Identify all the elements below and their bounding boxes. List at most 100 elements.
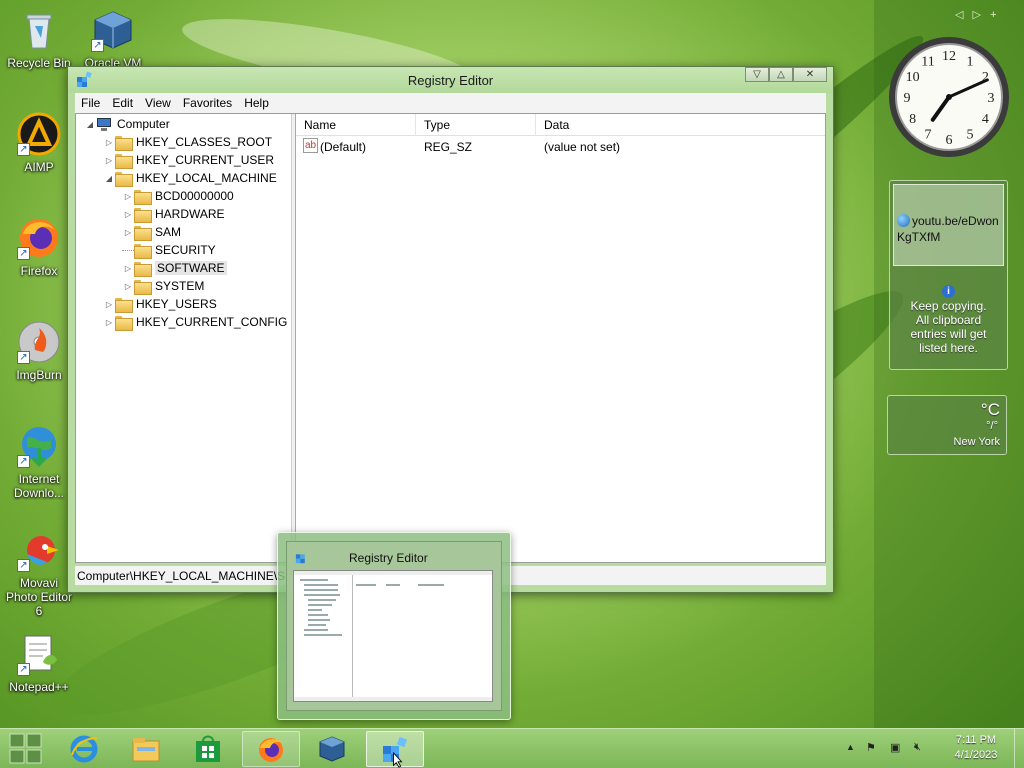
tree-node-label: HKEY_USERS — [136, 297, 217, 311]
registry-editor-icon — [295, 554, 305, 564]
desktop-icon-label: AIMP — [24, 160, 54, 174]
column-header-name[interactable]: Name — [296, 114, 416, 136]
close-button[interactable]: ✕ — [793, 67, 827, 82]
menu-help[interactable]: Help — [238, 96, 275, 110]
desktop-icon-aimp[interactable]: ↗ AIMP — [4, 112, 74, 174]
taskbar-virtualbox[interactable] — [304, 731, 362, 767]
bird-icon: ↗ — [17, 528, 61, 572]
collapse-icon[interactable]: ◢ — [84, 120, 96, 129]
expand-icon[interactable]: ▷ — [122, 264, 134, 273]
maximize-button[interactable]: △ — [769, 67, 793, 82]
weather-range: °/° — [986, 420, 998, 432]
minimize-button[interactable]: ▽ — [745, 67, 769, 82]
tree-node-hkey-current-user[interactable]: ▷ HKEY_CURRENT_USER — [103, 151, 274, 169]
firefox-icon — [259, 738, 283, 762]
menu-favorites[interactable]: Favorites — [177, 96, 238, 110]
start-tiles-icon — [9, 733, 42, 764]
desktop-icon-internet-download-manager[interactable]: ↗ Internet Downlo... — [4, 424, 74, 500]
desktop-icon-imgburn[interactable]: ↗ ImgBurn — [4, 320, 74, 382]
shortcut-arrow-icon: ↗ — [17, 351, 30, 364]
value-name: (Default) — [320, 140, 367, 154]
start-button[interactable] — [8, 732, 44, 766]
tree-node-hkey-users[interactable]: ▷ HKEY_USERS — [103, 295, 217, 313]
clock-numeral: 5 — [967, 127, 974, 142]
status-path: Computer\HKEY_LOCAL_MACHINE\S — [77, 569, 286, 583]
add-gadget-icon[interactable]: + — [990, 9, 996, 21]
tree-node-hkey-local-machine[interactable]: ◢ HKEY_LOCAL_MACHINE — [103, 169, 277, 187]
title-bar[interactable]: Registry Editor ▽ △ ✕ — [68, 67, 833, 93]
weather-city: New York — [953, 436, 1000, 448]
system-clock[interactable]: 7:11 PM 4/1/2023 — [946, 733, 1006, 763]
clock-date: 4/1/2023 — [954, 749, 998, 761]
desktop-icon-recycle-bin[interactable]: Recycle Bin — [4, 8, 74, 70]
tree-node-label: HKEY_CURRENT_USER — [136, 153, 275, 167]
folder-icon — [115, 297, 133, 313]
tree-node-hkey-current-config[interactable]: ▷ HKEY_CURRENT_CONFIG — [103, 313, 287, 331]
expand-icon[interactable]: ▷ — [122, 282, 134, 291]
weather-gadget[interactable]: °C °/° New York — [887, 395, 1007, 455]
tree-node-label: HARDWARE — [155, 207, 225, 221]
next-icon[interactable]: ▷ — [973, 9, 981, 21]
show-hidden-icons-button[interactable]: ▲ — [846, 742, 855, 752]
menu-view[interactable]: View — [139, 96, 177, 110]
collapse-icon[interactable]: ◢ — [103, 174, 115, 183]
column-header-type[interactable]: Type — [416, 114, 536, 136]
expand-icon[interactable]: ▷ — [103, 156, 115, 165]
clock-time: 7:11 PM — [955, 734, 997, 746]
taskbar-firefox[interactable] — [242, 731, 300, 767]
tree-node-hkey-classes-root[interactable]: ▷ HKEY_CLASSES_ROOT — [103, 133, 272, 151]
folder-icon — [134, 207, 152, 223]
network-icon[interactable]: ▣ — [890, 741, 904, 755]
tree-node-label: SAM — [155, 225, 182, 239]
taskbar-file-explorer[interactable] — [118, 731, 176, 767]
tree-node-hardware[interactable]: ▷ HARDWARE — [122, 205, 225, 223]
column-header-data[interactable]: Data — [536, 114, 826, 136]
shortcut-arrow-icon: ↗ — [91, 39, 104, 52]
taskbar-thumbnail-preview[interactable]: Registry Editor — [277, 532, 511, 720]
tree-node-sam[interactable]: ▷ SAM — [122, 223, 181, 241]
tree-node-security[interactable]: SECURITY — [122, 241, 216, 259]
clipboard-entry[interactable]: youtu.be/eDwonKgTXfM — [893, 184, 1004, 266]
action-center-flag-icon[interactable]: ⚑ — [866, 741, 880, 755]
tree-node-label: SECURITY — [155, 243, 216, 257]
clock-gadget[interactable]: 1234567891011 12 — [887, 35, 1011, 159]
expand-icon[interactable]: ▷ — [122, 228, 134, 237]
tree-node-computer[interactable]: ◢ Computer — [84, 115, 170, 133]
registry-editor-window[interactable]: Registry Editor ▽ △ ✕ File Edit View Fav… — [67, 66, 834, 593]
taskbar-store[interactable] — [180, 731, 238, 767]
desktop-icon-label: Recycle Bin — [7, 56, 71, 70]
menu-edit[interactable]: Edit — [106, 96, 139, 110]
volume-muted-icon[interactable]: 🔇︎ — [914, 741, 928, 755]
desktop-icon-movavi-photo-editor[interactable]: ↗ Movavi Photo Editor 6 — [4, 528, 74, 618]
string-value-icon: ab — [303, 138, 318, 153]
expand-icon[interactable]: ▷ — [103, 318, 115, 327]
window-title: Registry Editor — [407, 73, 494, 88]
folder-icon — [134, 243, 152, 259]
show-desktop-button[interactable] — [1014, 729, 1024, 768]
desktop-icon-firefox[interactable]: ↗ Firefox — [4, 216, 74, 278]
folder-open-icon — [115, 171, 133, 187]
menu-file[interactable]: File — [75, 96, 106, 110]
registry-tree[interactable]: ◢ Computer ▷ HKEY_CLASSES_ROOT ▷ HKEY_CU… — [76, 114, 292, 562]
clock-numeral: 9 — [904, 91, 911, 106]
clipboard-gadget[interactable]: youtu.be/eDwonKgTXfM i Keep copying. All… — [889, 180, 1008, 370]
tree-node-bcd00000000[interactable]: ▷ BCD00000000 — [122, 187, 234, 205]
expand-icon[interactable]: ▷ — [122, 210, 134, 219]
tree-node-software[interactable]: ▷ SOFTWARE — [122, 259, 227, 277]
desktop-icon-notepad-plus-plus[interactable]: ↗ Notepad++ — [4, 632, 74, 694]
computer-icon — [96, 117, 112, 131]
weather-temperature: °C — [980, 400, 1000, 419]
sidebar-controls[interactable]: ◁ ▷ + — [955, 8, 997, 21]
values-list[interactable]: Name Type Data ab (Default) REG_SZ (valu… — [296, 114, 825, 562]
expand-icon[interactable]: ▷ — [103, 300, 115, 309]
desktop-icon-label: Internet Downlo... — [13, 472, 65, 500]
desktop-icon-oracle-vm[interactable]: ↗ Oracle VM — [78, 8, 148, 70]
previous-icon[interactable]: ◁ — [955, 9, 963, 21]
value-row[interactable]: ab (Default) REG_SZ (value not set) — [296, 138, 825, 156]
shortcut-arrow-icon: ↗ — [17, 143, 30, 156]
expand-icon[interactable]: ▷ — [122, 192, 134, 201]
tree-node-system[interactable]: ▷ SYSTEM — [122, 277, 204, 295]
column-header-row: Name Type Data — [296, 114, 825, 136]
taskbar-internet-explorer[interactable] — [56, 731, 114, 767]
expand-icon[interactable]: ▷ — [103, 138, 115, 147]
